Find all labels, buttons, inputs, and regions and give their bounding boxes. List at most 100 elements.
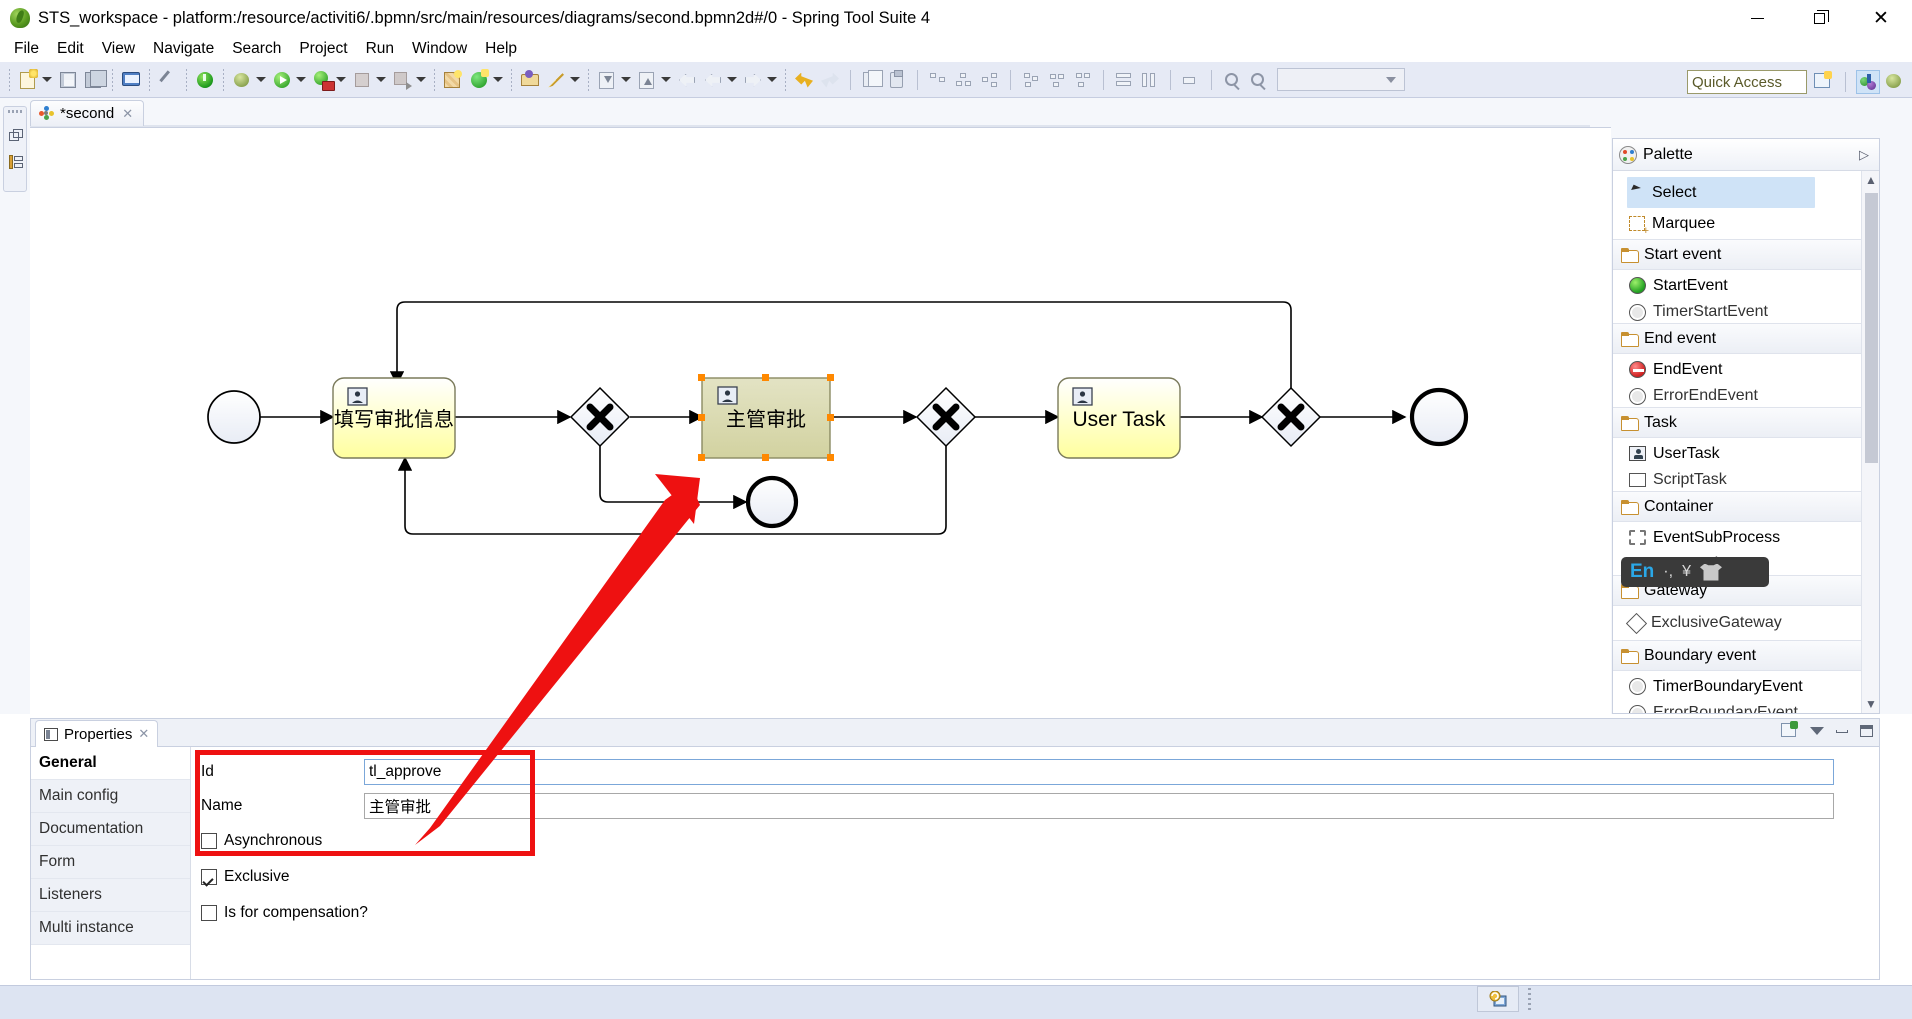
palette-expand-icon[interactable]: ▷ bbox=[1859, 147, 1869, 163]
annotate-dropdown-arrow[interactable] bbox=[569, 69, 580, 91]
properties-tab[interactable]: Properties ✕ bbox=[35, 720, 159, 747]
minimize-button[interactable] bbox=[1726, 0, 1788, 36]
menu-edit[interactable]: Edit bbox=[48, 38, 93, 60]
match-height-icon[interactable] bbox=[1139, 69, 1161, 91]
align-center-icon[interactable] bbox=[953, 69, 975, 91]
run-server-icon[interactable] bbox=[194, 69, 216, 91]
ime-currency-toggle[interactable]: ¥ bbox=[1682, 563, 1691, 581]
copy-icon[interactable] bbox=[860, 69, 883, 91]
export-icon[interactable] bbox=[636, 69, 658, 91]
id-field[interactable]: tl_approve bbox=[364, 759, 1834, 785]
align-top-icon[interactable] bbox=[1020, 69, 1042, 91]
palette-group-end-event[interactable]: End event « bbox=[1613, 323, 1879, 354]
compensation-checkbox[interactable] bbox=[201, 905, 217, 921]
palette-group-boundary-event[interactable]: Boundary event « bbox=[1613, 640, 1879, 671]
palette-tool-select[interactable]: Select bbox=[1627, 177, 1815, 208]
palette-tool-marquee[interactable]: Marquee bbox=[1613, 208, 1879, 239]
properties-section-form[interactable]: Form bbox=[31, 846, 190, 879]
terminate-icon[interactable] bbox=[351, 69, 373, 91]
menu-help[interactable]: Help bbox=[476, 38, 526, 60]
relaunch-dropdown-arrow[interactable] bbox=[415, 69, 426, 91]
align-left-icon[interactable] bbox=[927, 69, 949, 91]
align-right-icon[interactable] bbox=[979, 69, 1001, 91]
zoom-level-combo[interactable] bbox=[1277, 68, 1405, 91]
menu-search[interactable]: Search bbox=[223, 38, 290, 60]
editor-tab-second[interactable]: *second ✕ bbox=[30, 100, 145, 126]
chevron-up-icon[interactable]: ▲ bbox=[1862, 171, 1880, 189]
status-bar-drag-handle[interactable] bbox=[1528, 988, 1531, 1010]
bpmn-canvas[interactable]: 填写审批信息 主管审批 User Task bbox=[30, 127, 1611, 714]
chevron-down-icon[interactable]: ▼ bbox=[1862, 695, 1880, 713]
menu-window[interactable]: Window bbox=[403, 38, 476, 60]
import-icon[interactable] bbox=[596, 69, 618, 91]
menu-project[interactable]: Project bbox=[290, 38, 356, 60]
ime-language-indicator[interactable]: En bbox=[1630, 561, 1654, 583]
shirt-icon[interactable] bbox=[1699, 563, 1722, 581]
refresh-dropdown-arrow[interactable] bbox=[492, 69, 503, 91]
undo-icon[interactable] bbox=[793, 69, 815, 91]
align-bottom-icon[interactable] bbox=[1072, 69, 1094, 91]
match-width-icon[interactable] bbox=[1113, 69, 1135, 91]
view-menu-icon[interactable] bbox=[1810, 727, 1824, 735]
refresh-icon[interactable] bbox=[468, 68, 490, 91]
java-perspective-icon[interactable] bbox=[1856, 70, 1880, 94]
palette-item-eventsubprocess[interactable]: EventSubProcess bbox=[1613, 522, 1879, 553]
properties-section-listeners[interactable]: Listeners bbox=[31, 879, 190, 912]
new-wizard-icon[interactable] bbox=[17, 68, 39, 91]
properties-section-general[interactable]: General bbox=[31, 747, 190, 780]
menu-file[interactable]: File bbox=[5, 38, 48, 60]
forward-dropdown-arrow[interactable] bbox=[766, 69, 777, 91]
properties-section-multi-instance[interactable]: Multi instance bbox=[31, 912, 190, 945]
terminate-dropdown-arrow[interactable] bbox=[375, 69, 386, 91]
forward-icon[interactable] bbox=[742, 69, 764, 91]
back-history-icon[interactable] bbox=[676, 69, 698, 91]
compensation-checkbox-row[interactable]: Is for compensation? bbox=[201, 895, 1879, 931]
rail-drag-handle[interactable] bbox=[8, 110, 24, 113]
relaunch-icon[interactable] bbox=[391, 69, 413, 91]
ime-punctuation-toggle[interactable]: ·, bbox=[1663, 563, 1673, 581]
properties-section-documentation[interactable]: Documentation bbox=[31, 813, 190, 846]
debug-icon[interactable] bbox=[231, 69, 253, 91]
palette-group-container[interactable]: Container « bbox=[1613, 491, 1879, 522]
quick-access-input[interactable]: Quick Access bbox=[1687, 70, 1807, 94]
palette-item-errorendevent[interactable]: ErrorEndEvent bbox=[1613, 385, 1879, 407]
name-field[interactable]: 主管审批 bbox=[364, 793, 1834, 819]
palette-item-exclusivegateway[interactable]: ExclusiveGateway bbox=[1613, 606, 1879, 640]
zoom-in-icon[interactable] bbox=[1247, 69, 1269, 91]
open-perspective-icon[interactable] bbox=[1811, 70, 1835, 94]
save-icon[interactable] bbox=[57, 69, 79, 91]
back-icon[interactable] bbox=[702, 69, 724, 91]
palette-group-task[interactable]: Task « bbox=[1613, 407, 1879, 438]
properties-section-main-config[interactable]: Main config bbox=[31, 780, 190, 813]
export-dropdown-arrow[interactable] bbox=[660, 69, 671, 91]
open-type-icon[interactable] bbox=[519, 69, 541, 91]
debug-perspective-icon[interactable] bbox=[1883, 70, 1907, 94]
restore-view-icon[interactable] bbox=[9, 129, 23, 143]
outline-view-icon[interactable] bbox=[9, 155, 23, 169]
menu-navigate[interactable]: Navigate bbox=[144, 38, 223, 60]
restore-button[interactable] bbox=[1788, 0, 1850, 36]
palette-item-errorboundaryevent[interactable]: ErrorBoundaryEvent bbox=[1613, 702, 1879, 713]
pin-icon[interactable] bbox=[157, 69, 179, 91]
maximize-icon[interactable] bbox=[1860, 725, 1873, 737]
console-icon[interactable] bbox=[120, 69, 142, 91]
asynchronous-checkbox[interactable] bbox=[201, 833, 217, 849]
new-java-package-icon[interactable] bbox=[442, 69, 464, 91]
palette-item-timerstartevent[interactable]: TimerStartEvent bbox=[1613, 301, 1879, 323]
run-toolbar-dropdown-arrow[interactable] bbox=[335, 69, 346, 91]
palette-item-endevent[interactable]: EndEvent bbox=[1613, 354, 1879, 385]
menu-view[interactable]: View bbox=[93, 38, 144, 60]
run-icon[interactable] bbox=[271, 69, 293, 91]
close-icon[interactable]: ✕ bbox=[122, 106, 133, 122]
menu-run[interactable]: Run bbox=[357, 38, 403, 60]
debug-dropdown-arrow[interactable] bbox=[255, 69, 266, 91]
run-toolbar-icon[interactable] bbox=[311, 69, 335, 91]
grid-icon[interactable] bbox=[1180, 69, 1202, 91]
exclusive-checkbox[interactable] bbox=[201, 869, 217, 885]
run-dropdown-arrow[interactable] bbox=[295, 69, 306, 91]
zoom-out-icon[interactable] bbox=[1221, 69, 1243, 91]
palette-item-timerboundaryevent[interactable]: TimerBoundaryEvent bbox=[1613, 671, 1879, 702]
save-all-icon[interactable] bbox=[83, 69, 107, 91]
paste-icon[interactable] bbox=[886, 69, 908, 91]
annotate-icon[interactable] bbox=[545, 69, 567, 91]
